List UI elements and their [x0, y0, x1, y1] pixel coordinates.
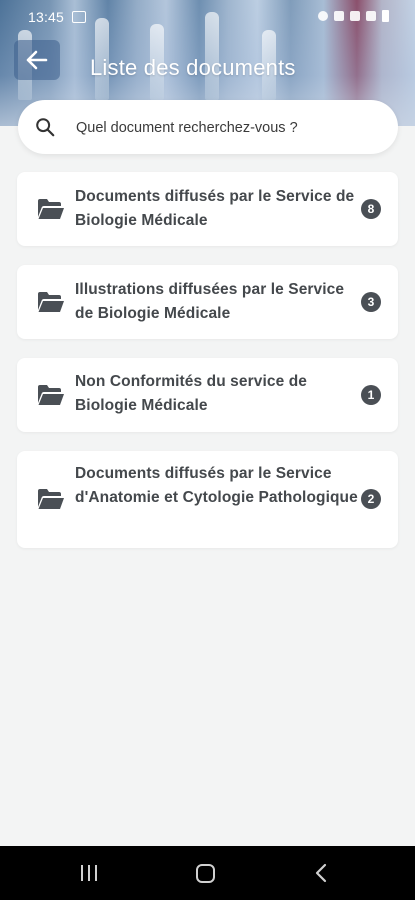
status-time: 13:45 — [28, 9, 65, 25]
folder-open-icon — [38, 199, 64, 219]
document-category-card[interactable]: Documents diffusés par le Service d'Anat… — [17, 451, 398, 548]
page-title: Liste des documents — [90, 55, 296, 80]
document-count-badge: 3 — [361, 292, 381, 312]
document-category-label: Non Conformités du service de Biologie M… — [75, 373, 308, 414]
mute-icon — [334, 11, 344, 21]
status-bar: 13:45 — [0, 0, 415, 34]
document-category-card[interactable]: Documents diffusés par le Service de Bio… — [17, 172, 398, 246]
folder-open-icon — [38, 292, 64, 312]
system-navigation-bar — [0, 846, 415, 900]
document-count-badge: 8 — [361, 199, 381, 219]
folder-open-icon — [38, 489, 64, 509]
network-4g-icon — [350, 11, 360, 21]
document-category-label: Illustrations diffusées par le Service d… — [75, 281, 345, 322]
recents-button[interactable] — [81, 865, 102, 886]
search-input[interactable] — [74, 108, 388, 148]
status-icons — [318, 10, 389, 22]
battery-icon — [382, 10, 389, 22]
gallery-notification-icon — [72, 11, 86, 23]
home-button[interactable] — [196, 864, 215, 883]
back-button[interactable] — [14, 40, 60, 80]
search-bar[interactable] — [18, 100, 398, 154]
arrow-left-icon — [26, 50, 48, 70]
document-category-card[interactable]: Non Conformités du service de Biologie M… — [17, 358, 398, 432]
document-count-badge: 1 — [361, 385, 381, 405]
document-category-label: Documents diffusés par le Service de Bio… — [75, 188, 355, 229]
document-category-label: Documents diffusés par le Service d'Anat… — [75, 465, 358, 506]
document-category-card[interactable]: Illustrations diffusées par le Service d… — [17, 265, 398, 339]
system-back-icon[interactable] — [314, 863, 328, 883]
signal-icon — [366, 11, 376, 21]
alarm-icon — [318, 11, 328, 21]
document-count-badge: 2 — [361, 489, 381, 509]
search-icon — [36, 118, 55, 137]
folder-open-icon — [38, 385, 64, 405]
